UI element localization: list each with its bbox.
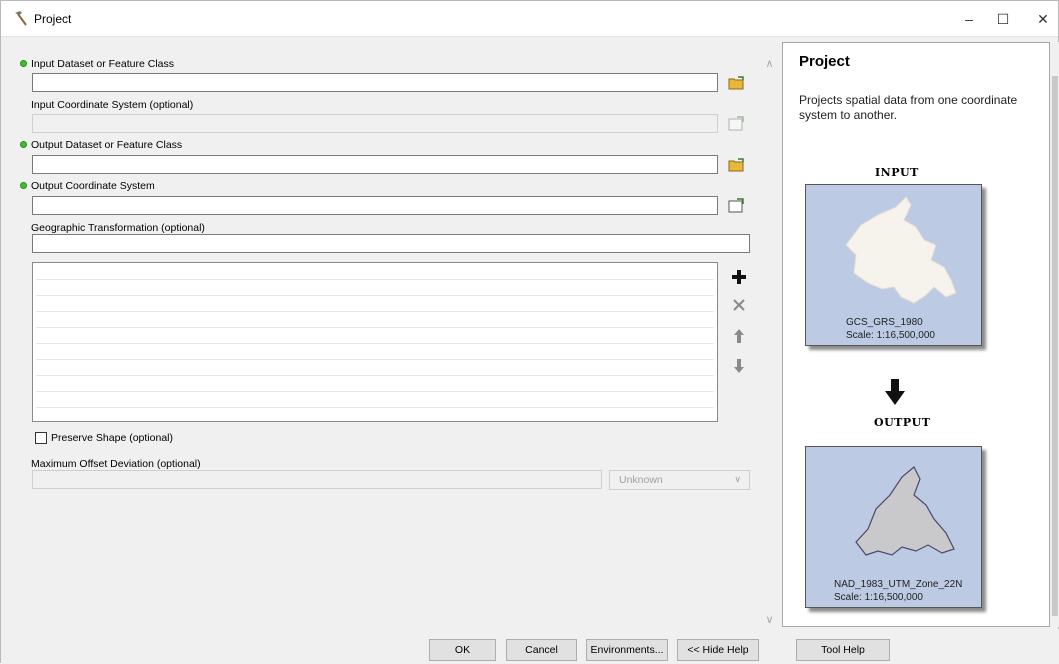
offset-unit-value: Unknown	[619, 474, 663, 486]
add-row-button[interactable]	[729, 267, 749, 287]
browse-input-dataset-button[interactable]	[726, 72, 748, 94]
list-row-divider	[36, 359, 714, 360]
close-button[interactable]: ✕	[1023, 1, 1059, 37]
list-row-divider	[36, 279, 714, 280]
required-indicator-icon	[20, 141, 27, 148]
help-description: Projects spatial data from one coordinat…	[799, 93, 1018, 122]
list-row-divider	[36, 391, 714, 392]
hammer-icon	[15, 11, 27, 26]
geo-transform-label: Geographic Transformation (optional)	[31, 222, 205, 234]
list-row-divider	[36, 407, 714, 408]
maximize-button[interactable]: ☐	[983, 1, 1023, 37]
max-offset-field	[32, 470, 602, 489]
browse-output-dataset-button[interactable]	[726, 154, 748, 176]
cancel-button[interactable]: Cancel	[506, 639, 577, 661]
output-cs-properties-button[interactable]	[726, 195, 748, 217]
open-folder-icon	[728, 158, 744, 172]
input-cs-properties-button	[726, 113, 748, 135]
list-row-divider	[36, 343, 714, 344]
input-dataset-label: Input Dataset or Feature Class	[31, 58, 174, 70]
hide-help-button[interactable]: << Hide Help	[677, 639, 759, 661]
input-cs-field	[32, 114, 718, 133]
output-cs-field[interactable]	[32, 196, 718, 215]
input-scale: Scale: 1:16,500,000	[846, 330, 935, 341]
list-row-divider	[36, 327, 714, 328]
output-cs-name: NAD_1983_UTM_Zone_22N	[834, 579, 963, 590]
output-dataset-field[interactable]	[32, 155, 718, 174]
scroll-down-icon[interactable]: ∨	[761, 612, 778, 629]
max-offset-label: Maximum Offset Deviation (optional)	[31, 458, 201, 470]
chevron-down-icon: ∨	[734, 474, 741, 484]
move-down-button[interactable]	[729, 356, 749, 376]
arrow-down-icon	[734, 359, 744, 373]
list-row-divider	[36, 375, 714, 376]
plus-icon	[732, 270, 746, 284]
spatial-reference-icon	[728, 116, 744, 131]
tool-help-button[interactable]: Tool Help	[796, 639, 890, 661]
geo-transform-field[interactable]	[32, 234, 750, 253]
output-heading: OUTPUT	[874, 416, 931, 429]
parameters-scrollbar[interactable]: ∧ ∨	[761, 42, 778, 627]
spatial-reference-icon	[728, 198, 744, 213]
list-row-divider	[36, 311, 714, 312]
open-folder-icon	[728, 76, 744, 90]
required-indicator-icon	[20, 60, 27, 67]
x-icon	[733, 299, 745, 311]
title-bar: Project – ☐ ✕	[1, 1, 1058, 37]
preserve-shape-label: Preserve Shape (optional)	[51, 432, 173, 444]
arrow-up-icon	[734, 329, 744, 343]
arrow-down-icon	[885, 379, 905, 405]
input-dataset-field[interactable]	[32, 73, 718, 92]
transform-list[interactable]	[32, 262, 718, 422]
environments-button[interactable]: Environments...	[586, 639, 668, 661]
scroll-up-icon[interactable]: ∧	[761, 56, 778, 73]
window-title: Project	[34, 12, 72, 26]
delete-row-button[interactable]	[729, 295, 749, 315]
input-cs-name: GCS_GRS_1980	[846, 317, 923, 328]
output-dataset-label: Output Dataset or Feature Class	[31, 139, 183, 151]
output-map-illustration: NAD_1983_UTM_Zone_22N Scale: 1:16,500,00…	[805, 446, 982, 608]
output-scale: Scale: 1:16,500,000	[834, 592, 923, 603]
offset-unit-select: Unknown ∨	[609, 470, 750, 490]
project-dialog: Project – ☐ ✕ Input Dataset or Feature C…	[0, 0, 1059, 664]
help-title: Project	[799, 53, 850, 70]
move-up-button[interactable]	[729, 326, 749, 346]
list-row-divider	[36, 295, 714, 296]
preserve-shape-checkbox[interactable]	[35, 432, 47, 444]
input-map-illustration: GCS_GRS_1980 Scale: 1:16,500,000	[805, 184, 982, 346]
input-cs-label: Input Coordinate System (optional)	[31, 99, 194, 111]
help-scrollbar-thumb[interactable]	[1052, 76, 1058, 616]
input-heading: INPUT	[875, 166, 919, 179]
ok-button[interactable]: OK	[429, 639, 496, 661]
output-cs-label: Output Coordinate System	[31, 180, 155, 192]
required-indicator-icon	[20, 182, 27, 189]
